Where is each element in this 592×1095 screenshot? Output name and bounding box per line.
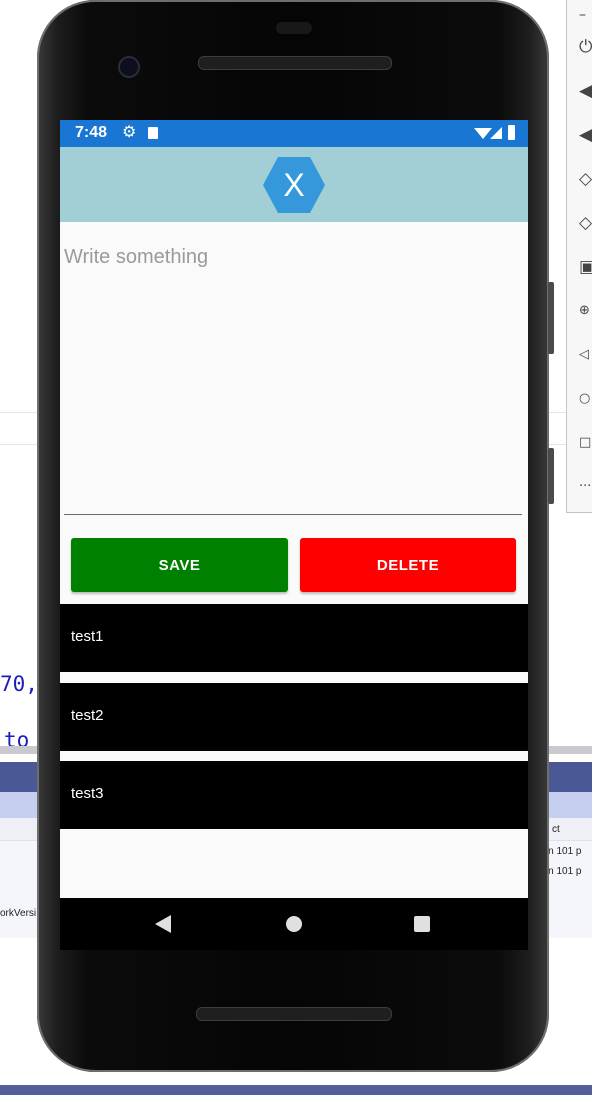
list-item-label: test2 (71, 707, 104, 724)
front-camera-icon (118, 56, 140, 78)
volume-up-icon[interactable]: ◀ (579, 80, 592, 102)
minimize-icon[interactable]: – (579, 4, 592, 26)
ide-code-fragment: 70, (0, 672, 38, 696)
android-nav-bar (60, 898, 528, 950)
save-button[interactable]: SAVE (71, 538, 288, 592)
battery-icon (508, 125, 515, 140)
ide-panel-column-label: ct (552, 824, 560, 835)
note-editor-input[interactable] (64, 246, 522, 515)
home-icon[interactable]: ○ (579, 388, 592, 410)
more-icon[interactable]: ··· (579, 476, 592, 498)
phone-screen: 7:48 ⚙ X SAVE DELETE test1 test2 test3 (60, 120, 528, 898)
status-bar: 7:48 ⚙ (60, 120, 528, 147)
list-item-label: test1 (71, 628, 104, 645)
ide-status-bar (0, 1085, 592, 1095)
overview-icon[interactable]: □ (579, 432, 592, 454)
xamarin-logo-icon: X (263, 157, 325, 213)
phone-power-button[interactable] (548, 448, 554, 504)
status-time: 7:48 (75, 124, 108, 141)
rotate-right-icon[interactable]: ◇ (579, 212, 592, 234)
earpiece-speaker (198, 56, 392, 70)
logo-letter: X (283, 167, 304, 203)
delete-button[interactable]: DELETE (300, 538, 516, 592)
list-item[interactable]: test3 (60, 761, 528, 829)
power-icon[interactable]: ⏻ (579, 36, 592, 58)
app-header: X (60, 147, 528, 222)
rotate-left-icon[interactable]: ◇ (579, 168, 592, 190)
sd-card-icon (148, 127, 158, 139)
ide-panel-cell: orkVersi (0, 908, 37, 919)
list-item-label: test3 (71, 785, 104, 802)
back-icon[interactable] (155, 915, 171, 933)
list-item[interactable]: test2 (60, 683, 528, 751)
settings-icon: ⚙ (122, 124, 137, 141)
bottom-speaker (196, 1007, 392, 1021)
camera-icon[interactable]: ▣ (579, 256, 592, 278)
volume-down-icon[interactable]: ◀ (579, 124, 592, 146)
signal-icon (490, 127, 502, 139)
phone-volume-button[interactable] (548, 282, 554, 354)
phone-sensor (276, 22, 312, 34)
recents-icon[interactable] (414, 916, 430, 932)
home-icon[interactable] (286, 916, 302, 932)
emulator-toolbar: – ⏻ ◀ ◀ ◇ ◇ ▣ ⊕ ◁ ○ □ ··· (566, 0, 592, 513)
back-icon[interactable]: ◁ (579, 344, 592, 366)
zoom-icon[interactable]: ⊕ (579, 300, 592, 322)
list-item[interactable]: test1 (60, 604, 528, 672)
